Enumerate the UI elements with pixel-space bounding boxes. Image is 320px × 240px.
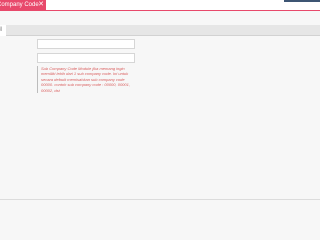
tab-company-code[interactable]: Company Code ✕	[0, 0, 46, 10]
sub-tab-label: ol	[0, 27, 2, 33]
close-icon[interactable]: ✕	[37, 0, 45, 10]
sub-tab[interactable]: ol	[0, 25, 6, 36]
tab-label: Company Code	[0, 2, 39, 8]
top-right-bar	[284, 0, 320, 2]
sub-tab-bar: ol	[0, 25, 320, 36]
accent-line	[0, 10, 320, 11]
text-field-1[interactable]	[37, 39, 135, 49]
footer-divider	[0, 199, 320, 200]
text-field-2[interactable]	[37, 53, 135, 63]
tab-bar: Company Code ✕	[0, 0, 320, 10]
help-text: Sub Company Code Module jika memang ingi…	[37, 66, 135, 93]
